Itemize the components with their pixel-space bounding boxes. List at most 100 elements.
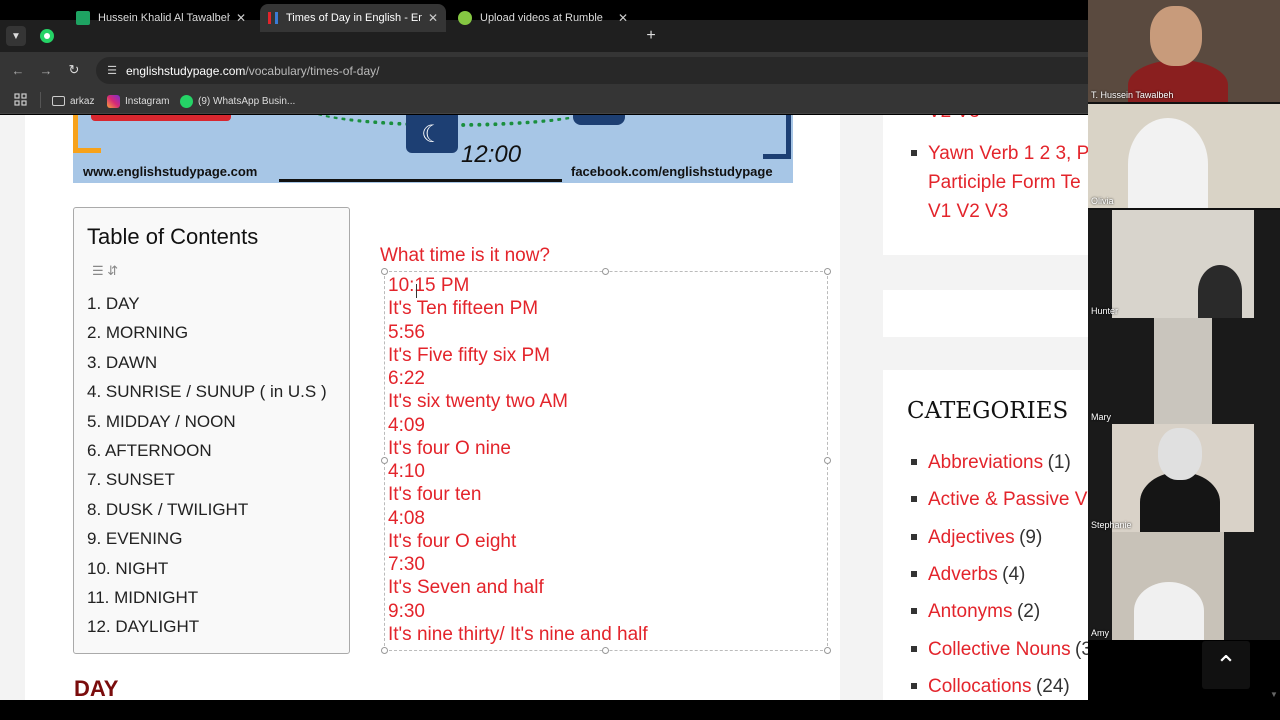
close-icon[interactable]: ✕ xyxy=(236,11,246,25)
toc-item[interactable]: 4. SUNRISE / SUNUP ( in U.S ) xyxy=(87,380,327,409)
time-line: It's Seven and half xyxy=(388,577,544,599)
close-icon[interactable]: ✕ xyxy=(428,11,438,25)
category-count: (9) xyxy=(1019,526,1043,548)
resize-handle[interactable] xyxy=(824,457,831,464)
bookmark-arkaz[interactable]: arkaz xyxy=(52,93,94,109)
text-cursor-icon xyxy=(416,284,422,298)
yawn-link[interactable]: Yawn Verb 1 2 3, P Participle Form Te V1… xyxy=(928,139,1088,226)
category-count: (2) xyxy=(1016,601,1041,623)
resize-handle[interactable] xyxy=(381,647,388,654)
sheets-icon xyxy=(76,11,90,25)
close-icon[interactable]: ✕ xyxy=(618,11,628,25)
toc-title: Table of Contents xyxy=(87,224,259,249)
category-link[interactable]: Abbreviations xyxy=(928,452,1043,473)
sidebar-prev-link[interactable]: V2 V3 xyxy=(928,115,980,123)
back-icon[interactable]: ← xyxy=(8,60,28,80)
time-line: It's Ten fifteen PM xyxy=(388,298,539,320)
participant-figure xyxy=(1128,118,1208,208)
time-line: 6:22 xyxy=(388,368,425,389)
toc-item[interactable]: 2. MORNING xyxy=(87,321,327,350)
whatsapp-icon xyxy=(180,94,193,108)
bookmarks-bar: arkaz Instagram (9) WhatsApp Busin... xyxy=(0,88,1088,114)
category-count: (4) xyxy=(1002,563,1026,585)
category-link[interactable]: Antonyms xyxy=(928,601,1012,622)
toc-item[interactable]: 6. AFTERNOON xyxy=(87,439,327,468)
banner-site-url: www.englishstudypage.com xyxy=(83,164,258,179)
category-count: (1) xyxy=(1047,452,1071,473)
bottom-black-bar xyxy=(0,700,1280,720)
toc-item[interactable]: 1. DAY xyxy=(87,292,327,321)
bookmark-instagram[interactable]: Instagram xyxy=(107,93,169,109)
toc-item[interactable]: 8. DUSK / TWILIGHT xyxy=(87,498,327,527)
resize-handle[interactable] xyxy=(381,457,388,464)
whatsapp-pinned-tab-icon[interactable] xyxy=(38,27,56,45)
category-link[interactable]: Adverbs xyxy=(928,564,998,585)
category-link[interactable]: Collective Nouns xyxy=(928,639,1071,660)
participant-tile[interactable]: Mary xyxy=(1088,318,1280,424)
category-link[interactable]: Adjectives xyxy=(928,527,1015,548)
main-content: ☾ 12:00 www.englishstudypage.com faceboo… xyxy=(25,115,840,700)
participant-tile[interactable]: Olivia xyxy=(1088,104,1280,208)
banner-clock-fragment xyxy=(573,115,625,125)
resize-handle[interactable] xyxy=(824,647,831,654)
web-page: ☾ 12:00 www.englishstudypage.com faceboo… xyxy=(0,115,1088,700)
toc-item[interactable]: 5. MIDDAY / NOON xyxy=(87,410,327,439)
participant-tile[interactable]: Stephanie xyxy=(1088,424,1280,532)
page-icon xyxy=(268,12,278,24)
toc-item[interactable]: 9. EVENING xyxy=(87,527,327,556)
new-tab-icon[interactable]: + xyxy=(642,27,660,45)
bookmark-whatsapp[interactable]: (9) WhatsApp Busin... xyxy=(180,93,295,109)
participant-hijab xyxy=(1158,428,1202,480)
resize-handle[interactable] xyxy=(602,647,609,654)
time-line: It's Five fifty six PM xyxy=(388,344,550,366)
moon-clock-icon: ☾ xyxy=(406,115,458,153)
folder-icon xyxy=(52,96,65,106)
tab-search-icon[interactable]: ▼ xyxy=(6,26,26,46)
address-bar[interactable]: ☰ englishstudypage.com/vocabulary/times-… xyxy=(96,57,1088,84)
scroll-down-arrow[interactable]: ▼ xyxy=(1268,690,1280,700)
bullet xyxy=(911,150,917,156)
participant-name: Olivia xyxy=(1091,196,1114,206)
participant-tile[interactable]: Hunter xyxy=(1088,210,1280,318)
tab-title: Upload videos at Rumble xyxy=(480,12,603,24)
sidebar-categories: CATEGORIES Abbreviations (1) Active & Pas… xyxy=(883,370,1088,700)
banner-frame-right xyxy=(763,115,791,159)
section-heading-day: DAY xyxy=(74,676,119,700)
toc-item[interactable]: 10. NIGHT xyxy=(87,557,327,586)
forward-icon[interactable]: → xyxy=(36,60,56,80)
participant-name: Hunter xyxy=(1091,306,1119,316)
participant-tile[interactable]: Amy xyxy=(1088,532,1280,640)
table-of-contents: Table of Contents ☰ ⇵ 1. DAY 2. MORNING 3.… xyxy=(73,207,350,654)
time-line: It's four O nine xyxy=(388,437,511,459)
category-link[interactable]: Active & Passive V xyxy=(928,489,1087,510)
bookmarks-divider xyxy=(40,92,41,108)
bookmark-label: Instagram xyxy=(125,95,170,107)
resize-handle[interactable] xyxy=(381,268,388,275)
time-line: It's four ten xyxy=(388,484,482,506)
toc-item[interactable]: 11. MIDNIGHT xyxy=(87,586,327,615)
time-line: It's nine thirty/ It's nine and half xyxy=(388,623,648,645)
tab-sheets[interactable]: Hussein Khalid Al Tawalbeh - Go ✕ xyxy=(68,4,254,32)
toc-toggle-icon[interactable]: ☰ ⇵ xyxy=(92,263,124,281)
time-line: 10:15 PM xyxy=(388,275,470,296)
tab-times-of-day[interactable]: Times of Day in English - English ✕ xyxy=(260,4,446,32)
bullet xyxy=(911,645,917,652)
tab-title: Hussein Khalid Al Tawalbeh - Go xyxy=(98,12,230,24)
site-info-icon[interactable]: ☰ xyxy=(104,63,120,79)
scroll-to-top-button[interactable]: ⌃ xyxy=(1202,641,1250,689)
time-line: 4:08 xyxy=(388,507,425,529)
banner-title-fragment xyxy=(91,115,231,121)
category-link[interactable]: Collocations xyxy=(928,676,1032,697)
toc-item[interactable]: 3. DAWN xyxy=(87,351,327,380)
url-text: englishstudypage.com/vocabulary/times-of… xyxy=(126,64,379,78)
resize-handle[interactable] xyxy=(824,268,831,275)
bookmark-label: (9) WhatsApp Busin... xyxy=(198,95,296,107)
time-lines[interactable]: 10:15 PM It's Ten fifteen PM 5:56 It's Five… xyxy=(388,274,648,646)
toc-item[interactable]: 12. DAYLIGHT xyxy=(87,615,327,644)
tab-rumble[interactable]: Upload videos at Rumble ✕ xyxy=(450,4,636,32)
participant-figure xyxy=(1198,265,1242,318)
apps-grid-icon[interactable] xyxy=(14,93,28,107)
toc-item[interactable]: 7. SUNSET xyxy=(87,468,327,497)
participant-tile[interactable]: T. Hussein Tawalbeh xyxy=(1088,0,1280,102)
reload-icon[interactable]: ↻ xyxy=(64,60,84,80)
